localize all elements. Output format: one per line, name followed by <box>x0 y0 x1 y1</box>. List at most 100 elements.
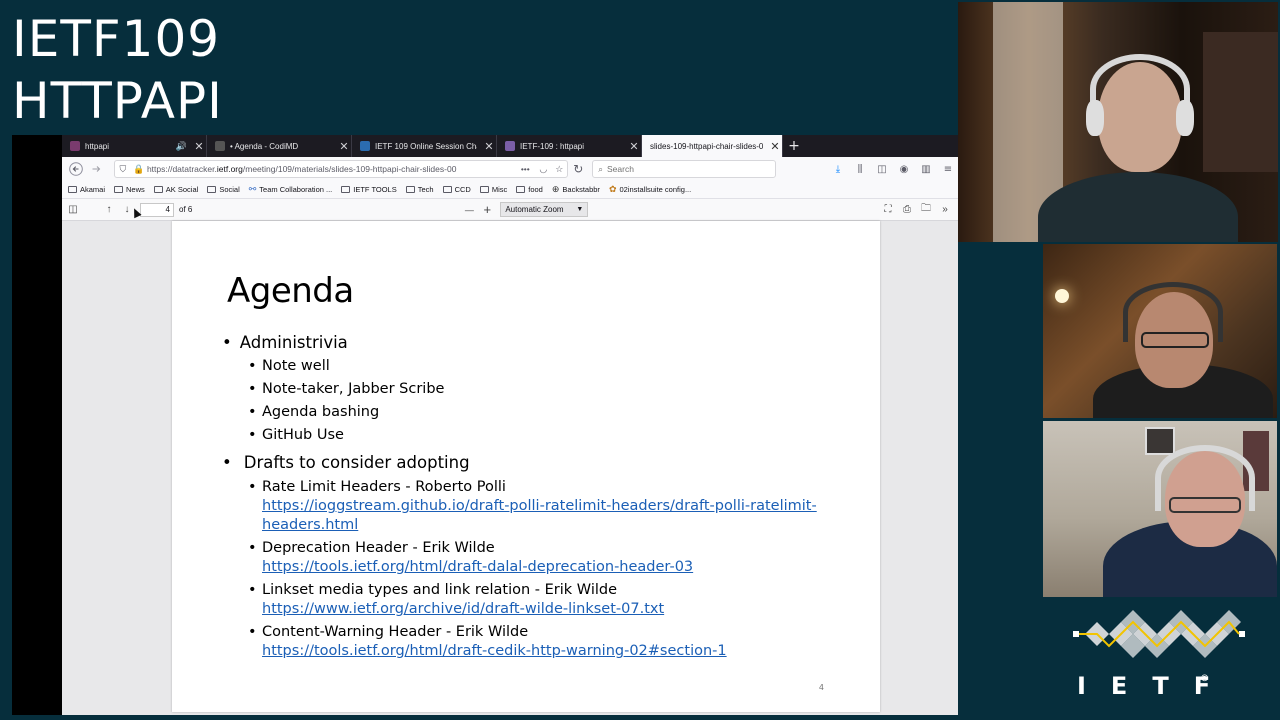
draft-item: • Content-Warning Header - Erik Wilde htt… <box>248 624 727 661</box>
toolbar-icons: ⤓ ⫼ ◫ ◉ ▥ ≡ <box>828 159 958 179</box>
draft-link[interactable]: https://ioggstream.github.io/draft-polli… <box>262 497 817 516</box>
participant-video-1 <box>958 2 1278 242</box>
library-icon[interactable]: ⫼ <box>850 159 870 179</box>
close-tab-icon[interactable]: ✕ <box>192 140 206 153</box>
team-icon: ⚯ <box>248 184 257 194</box>
bookmark-star-icon[interactable]: ☆ <box>551 164 567 175</box>
address-bar[interactable]: ⛉ 🔒 https://datatracker.ietf.org/meeting… <box>113 160 569 178</box>
page-count: of 6 <box>179 205 193 214</box>
tab-favicon-icon <box>215 141 225 151</box>
zoom-in-button[interactable]: + <box>478 200 496 220</box>
search-input[interactable]: ⌕ Search <box>592 160 776 178</box>
pdf-viewer[interactable]: Agenda • Administrivia • Note well • Note-t… <box>62 221 958 715</box>
slide-page: Agenda • Administrivia • Note well • Note-t… <box>172 221 880 712</box>
bookmark-ak-social[interactable]: AK Social <box>153 185 198 194</box>
tab-ietf-httpapi[interactable]: IETF-109 : httpapi ✕ <box>497 135 642 157</box>
bookmark-tech[interactable]: Tech <box>405 185 434 194</box>
tab-favicon-icon <box>70 141 80 151</box>
tracking-shield-icon[interactable]: ⛉ <box>115 164 131 175</box>
navigation-bar: ⛉ 🔒 https://datatracker.ietf.org/meeting… <box>62 157 958 181</box>
bookmark-ccd[interactable]: CCD <box>442 185 471 194</box>
account-icon[interactable]: ◉ <box>894 159 914 179</box>
search-icon: ⌕ <box>598 163 604 174</box>
session-title: IETF109 HTTPAPI <box>12 8 223 132</box>
forward-icon[interactable] <box>86 159 106 179</box>
headset <box>1155 445 1255 511</box>
slide-title: Agenda <box>227 271 354 311</box>
save-icon[interactable]: 🗀 <box>917 200 935 220</box>
close-tab-icon[interactable]: ✕ <box>337 140 351 153</box>
bookmark-food[interactable]: food <box>516 185 543 194</box>
tab-bar: httpapi 🔊 ✕ • Agenda - CodiMD ✕ IETF 109… <box>62 135 958 157</box>
print-icon[interactable]: ⎙ <box>898 200 916 220</box>
bookshelf <box>1203 32 1278 172</box>
presentation-mode-icon[interactable]: ⛶ <box>879 200 897 220</box>
pdf-toolbar: ◫ ↑ ↓ 4 of 6 — + Automatic Zoom ▼ ⛶ ⎙ 🗀 » <box>62 199 958 221</box>
zoom-out-button[interactable]: — <box>460 200 478 220</box>
draft-item: • Linkset media types and link relation -… <box>248 582 665 619</box>
participant-video-2 <box>1043 244 1277 418</box>
bullet-drafts: • Drafts to consider adopting <box>222 453 470 472</box>
folder-icon <box>516 186 526 193</box>
url-text[interactable]: https://datatracker.ietf.org/meeting/109… <box>147 164 515 174</box>
bookmark-social[interactable]: Social <box>207 185 240 194</box>
folder-icon <box>207 186 217 193</box>
page-number-input[interactable]: 4 <box>140 202 174 217</box>
headset-cup-left <box>1086 100 1104 136</box>
bookmark-misc[interactable]: Misc <box>479 185 507 194</box>
toggle-sidebar-icon[interactable]: ◫ <box>64 200 82 220</box>
browser-window: httpapi 🔊 ✕ • Agenda - CodiMD ✕ IETF 109… <box>12 135 958 715</box>
tab-label: IETF 109 Online Session Chair <box>375 141 477 151</box>
pdf-right-tools: ⛶ ⎙ 🗀 » <box>879 200 958 220</box>
bookmark-akamai[interactable]: Akamai <box>68 185 105 194</box>
bookmark-team-collaboration[interactable]: ⚯ Team Collaboration ... <box>249 184 333 195</box>
title-line-2: HTTPAPI <box>12 72 223 130</box>
back-icon[interactable] <box>66 159 86 179</box>
bookmark-backstabbr[interactable]: ⊕ Backstabbr <box>552 184 600 195</box>
tab-httpapi[interactable]: httpapi 🔊 ✕ <box>62 135 207 157</box>
extensions-icon[interactable]: ▥ <box>916 159 936 179</box>
pocket-icon[interactable]: ◡ <box>535 164 551 175</box>
draft-link-continued[interactable]: headers.html <box>262 516 817 535</box>
list-item: • GitHub Use <box>248 427 344 443</box>
search-placeholder: Search <box>607 164 634 174</box>
close-tab-icon[interactable]: ✕ <box>627 140 641 153</box>
draft-link[interactable]: https://tools.ietf.org/html/draft-cedik-… <box>262 642 727 661</box>
folder-icon <box>68 186 77 193</box>
tab-slides[interactable]: slides-109-httpapi-chair-slides-00 ✕ <box>642 135 783 157</box>
slide-page-number: 4 <box>818 683 824 692</box>
download-icon[interactable]: ⤓ <box>828 159 848 179</box>
draft-item: • Deprecation Header - Erik Wilde https:/… <box>248 540 694 577</box>
zoom-select[interactable]: Automatic Zoom ▼ <box>500 202 589 217</box>
tab-session-chair[interactable]: IETF 109 Online Session Chair ✕ <box>352 135 497 157</box>
bookmarks-bar: Akamai News AK Social Social ⚯ Team Colla… <box>62 181 958 199</box>
tab-agenda-codimd[interactable]: • Agenda - CodiMD ✕ <box>207 135 352 157</box>
new-tab-button[interactable]: + <box>783 135 805 157</box>
list-item: • Agenda bashing <box>248 404 380 420</box>
headset <box>1123 282 1223 342</box>
previous-page-icon[interactable]: ↑ <box>100 200 118 220</box>
tools-icon[interactable]: » <box>936 200 954 220</box>
ietf-diamond-mark <box>1073 610 1245 658</box>
menu-icon[interactable]: ≡ <box>938 159 958 179</box>
globe-icon: ⊕ <box>551 184 560 194</box>
lock-icon[interactable]: 🔒 <box>131 164 147 175</box>
page-actions-icon[interactable]: ••• <box>515 164 535 174</box>
bookmark-ietf-tools[interactable]: IETF TOOLS <box>341 185 397 194</box>
speaker-icon[interactable]: 🔊 <box>176 141 187 152</box>
folder-icon <box>341 186 351 193</box>
person-body <box>1038 172 1238 242</box>
close-tab-icon[interactable]: ✕ <box>482 140 496 153</box>
folder-icon <box>153 186 163 193</box>
folder-icon <box>114 186 124 193</box>
chevron-down-icon: ▼ <box>576 206 584 213</box>
lamp <box>1055 289 1069 303</box>
close-tab-icon[interactable]: ✕ <box>768 140 782 153</box>
sidebar-icon[interactable]: ◫ <box>872 159 892 179</box>
bookmark-news[interactable]: News <box>114 185 145 194</box>
bookmark-installsuite[interactable]: ✿ 02installsuite config... <box>609 184 691 195</box>
reload-icon[interactable]: ↻ <box>568 159 588 179</box>
draft-link[interactable]: https://www.ietf.org/archive/id/draft-wi… <box>262 600 664 619</box>
draft-link[interactable]: https://tools.ietf.org/html/draft-dalal-… <box>262 558 693 577</box>
tab-label: slides-109-httpapi-chair-slides-00 <box>650 141 763 151</box>
